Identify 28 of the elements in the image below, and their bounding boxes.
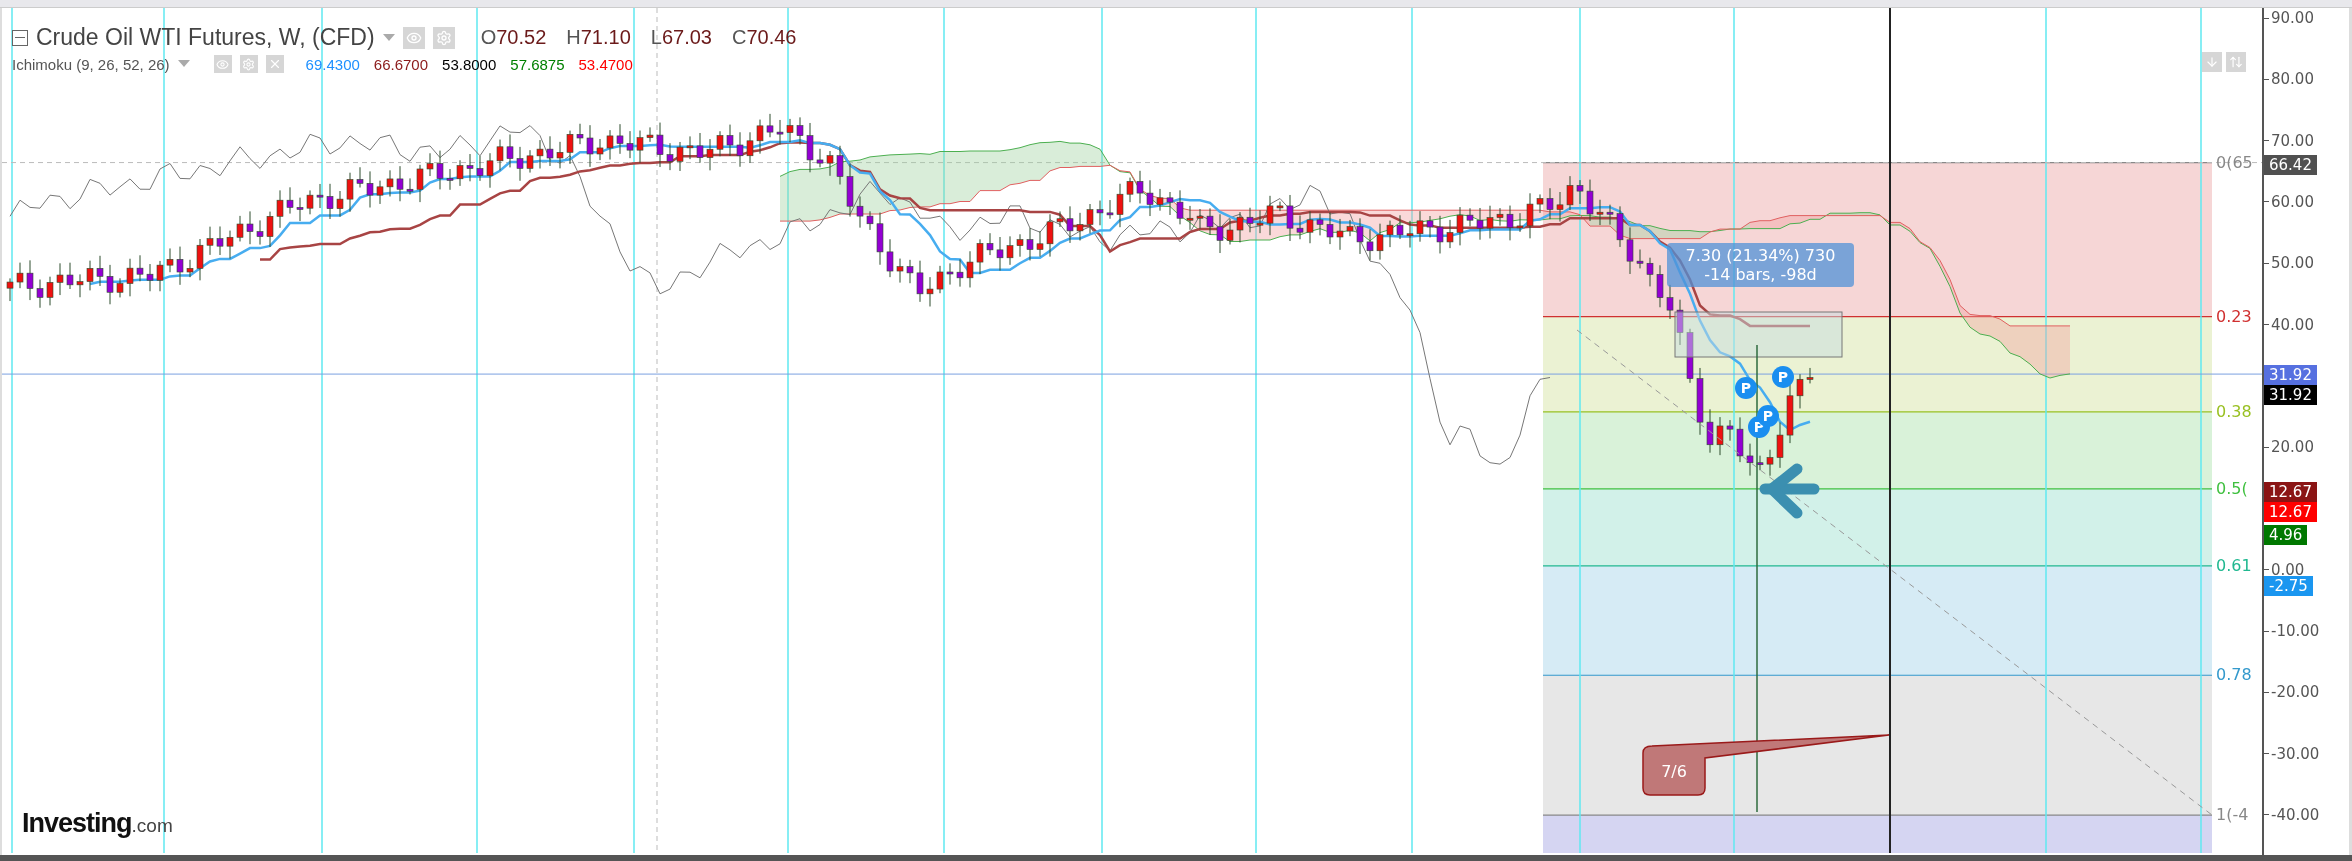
measure-text: 7.30 (21.34%) 730 [1684, 246, 1837, 265]
measure-text: -14 bars, -98d [1703, 265, 1818, 284]
price-tag: 4.96 [2264, 525, 2308, 545]
fib-level-label: 1(-4 [2216, 807, 2249, 823]
indicator-value: 53.8000 [442, 55, 497, 73]
indicator-value: 69.4300 [305, 55, 360, 73]
ohlc-value: O70.52 [480, 26, 547, 49]
callout-label: 7/6 [1642, 734, 1890, 796]
fib-level-label: 0.5( [2216, 480, 2248, 497]
marker-badge[interactable]: P [1772, 366, 1794, 388]
indicator-value: 66.6700 [373, 55, 429, 73]
price-tag: 12.67 [2264, 502, 2317, 522]
indicator-value: 57.6875 [510, 55, 565, 73]
fib-level-label: 0.23 [2216, 308, 2252, 325]
ohlc-value: L67.03 [650, 26, 712, 49]
indicator-value: 53.4700 [578, 55, 633, 73]
price-tag: 12.67 [2264, 482, 2317, 502]
ohlc-value: H71.10 [566, 26, 631, 49]
price-tag: 66.42 [2264, 155, 2317, 175]
price-tag: 31.92 [2264, 365, 2317, 385]
fib-level-label: 0.61 [2216, 557, 2252, 574]
price-tag: 31.92 [2264, 385, 2317, 405]
fib-level-label: 0.78 [2216, 667, 2252, 684]
fib-level-label: 0.38 [2216, 403, 2252, 420]
ohlc-value: C70.46 [731, 26, 797, 49]
price-tag: -2.75 [2264, 576, 2313, 596]
marker-badge[interactable]: P [1735, 377, 1757, 399]
fib-level-label: 0(65 [2216, 154, 2253, 171]
